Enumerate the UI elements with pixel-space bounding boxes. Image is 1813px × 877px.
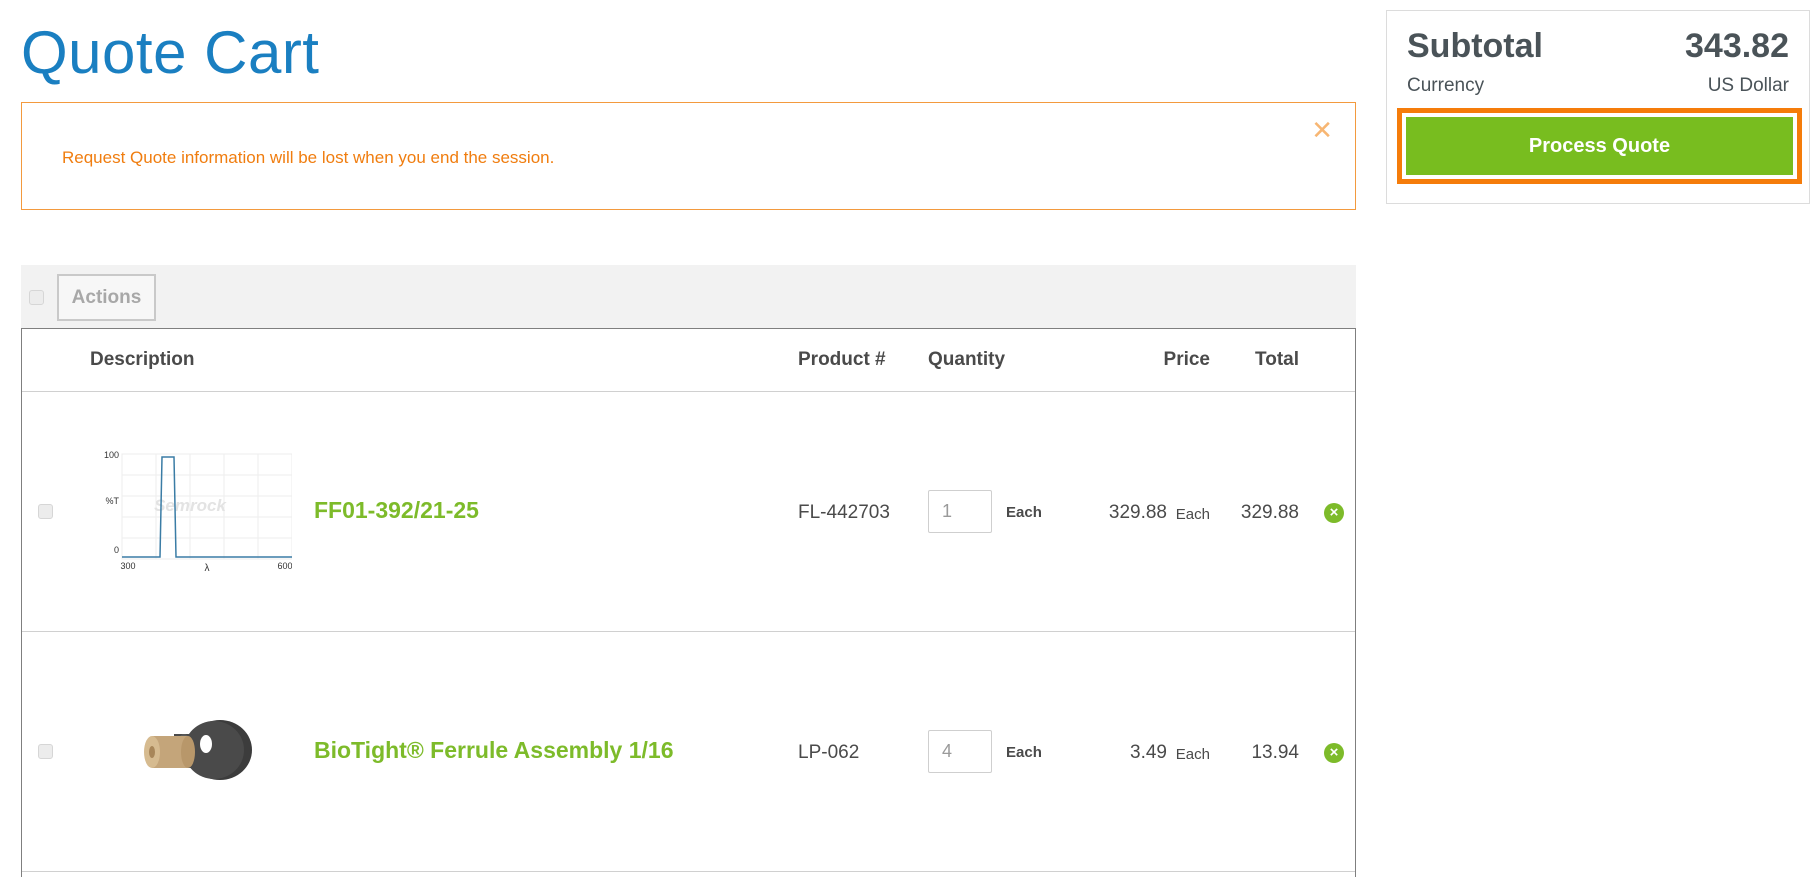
price-value: 329.88 xyxy=(1108,502,1167,523)
header-product-number: Product # xyxy=(798,349,886,370)
thumb-label-0: 0 xyxy=(114,545,119,555)
subtotal-value: 343.82 xyxy=(1685,27,1789,65)
item-name-link[interactable]: BioTight® Ferrule Assembly 1/16 xyxy=(314,737,674,764)
table-row: BioTight® Ferrule Assembly 1/16 LP-062 E… xyxy=(22,632,1355,872)
thumb-label-300: 300 xyxy=(120,561,135,571)
page-title: Quote Cart xyxy=(21,19,320,86)
thumb-label-t: %T xyxy=(106,496,120,506)
filter-spectrum-thumbnail[interactable]: Semrock 100 %T 0 300 λ 600 xyxy=(92,444,292,576)
price-unit: Each xyxy=(1175,746,1210,763)
table-header: Description Product # Quantity Price Tot… xyxy=(22,329,1355,392)
row-checkbox[interactable] xyxy=(38,504,53,519)
ferrule-thumbnail[interactable] xyxy=(92,684,292,816)
select-all-checkbox[interactable] xyxy=(29,290,44,305)
thumb-label-100: 100 xyxy=(104,450,119,460)
actions-button[interactable]: Actions xyxy=(57,274,156,321)
thumb-watermark: Semrock xyxy=(154,496,227,515)
subtotal-label: Subtotal xyxy=(1407,27,1543,65)
notice-text: Request Quote information will be lost w… xyxy=(62,148,555,167)
cart-table: Description Product # Quantity Price Tot… xyxy=(21,328,1356,877)
header-total: Total xyxy=(1255,349,1299,370)
quantity-unit: Each xyxy=(1006,504,1042,521)
item-name-link[interactable]: FF01-392/21-25 xyxy=(314,497,479,524)
order-summary: Subtotal 343.82 Currency US Dollar Proce… xyxy=(1386,10,1810,204)
process-quote-button[interactable]: Process Quote xyxy=(1406,117,1793,175)
remove-circle-icon[interactable]: × xyxy=(1324,503,1344,523)
currency-value: US Dollar xyxy=(1707,75,1789,96)
thumb-label-lambda: λ xyxy=(205,563,210,574)
row-checkbox[interactable] xyxy=(38,744,53,759)
table-row: Semrock 100 %T 0 300 λ 600 FF01-392/21-2… xyxy=(22,392,1355,632)
price-value: 3.49 xyxy=(1130,742,1167,763)
total-value: 13.94 xyxy=(1251,742,1299,763)
header-quantity: Quantity xyxy=(928,349,1006,370)
process-quote-highlight: Process Quote xyxy=(1397,108,1802,184)
thumb-label-600: 600 xyxy=(277,561,292,571)
quantity-input[interactable] xyxy=(928,490,992,533)
product-number: FL-442703 xyxy=(798,502,890,523)
product-number: LP-062 xyxy=(798,742,860,763)
remove-circle-icon[interactable]: × xyxy=(1324,743,1344,763)
session-notice: Request Quote information will be lost w… xyxy=(21,102,1356,210)
quantity-input[interactable] xyxy=(928,730,992,773)
quantity-unit: Each xyxy=(1006,744,1042,761)
header-price: Price xyxy=(1163,349,1210,370)
price-unit: Each xyxy=(1175,506,1210,523)
total-value: 329.88 xyxy=(1240,502,1299,523)
actions-bar: Actions xyxy=(21,265,1356,329)
currency-label: Currency xyxy=(1407,75,1485,96)
close-icon[interactable]: ✕ xyxy=(1311,117,1333,143)
header-description: Description xyxy=(90,349,195,370)
